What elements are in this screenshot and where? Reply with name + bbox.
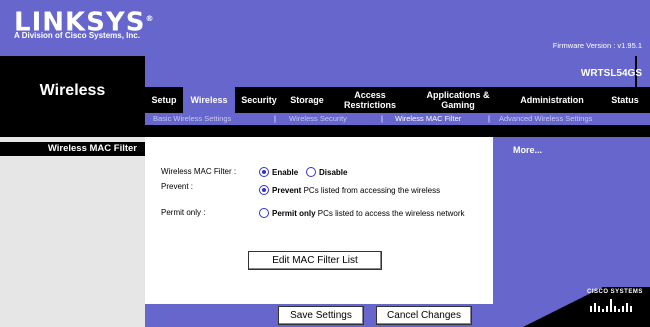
prevent-description: Prevent PCs listed from accessing the wi… [272,186,441,195]
mac-filter-label: Wireless MAC Filter : [161,167,237,176]
tab-applications-gaming[interactable]: Applications & Gaming [421,87,495,113]
more-link[interactable]: More... [513,145,542,155]
content-panel: Wireless MAC Filter : Enable Disable Pre… [145,137,493,304]
header-bar: LINKSYS® A Division of Cisco Systems, In… [0,0,650,56]
subtab-separator: | [488,114,490,123]
tab-setup[interactable]: Setup [145,87,183,113]
model-bar: WRTSL54GS [145,56,650,87]
prevent-label: Prevent : [161,182,194,191]
cisco-systems-logo: CISCO SYSTEMS [587,289,643,295]
subtab-separator: | [274,114,276,123]
tab-status[interactable]: Status [600,87,650,113]
subtab-wireless-mac-filter[interactable]: Wireless MAC Filter [395,113,461,125]
prevent-radio[interactable] [259,185,269,195]
model-name: WRTSL54GS [580,68,642,79]
subtab-basic-wireless-settings[interactable]: Basic Wireless Settings [153,113,231,125]
tab-administration[interactable]: Administration [507,87,597,113]
tab-storage[interactable]: Storage [283,87,331,113]
left-panel-title: Wireless MAC Filter [0,142,145,156]
subtab-advanced-wireless-settings[interactable]: Advanced Wireless Settings [499,113,592,125]
cancel-changes-button[interactable]: Cancel Changes [376,306,472,325]
permit-label: Permit only : [161,208,206,217]
sub-tabs: Basic Wireless Settings | Wireless Secur… [145,113,650,125]
permit-radio[interactable] [259,208,269,218]
enable-radio[interactable] [259,167,269,177]
subtab-wireless-security[interactable]: Wireless Security [289,113,347,125]
section-title: Wireless [39,82,106,99]
tab-access-restrictions[interactable]: Access Restrictions [337,87,403,113]
subtab-separator: | [381,114,383,123]
tab-wireless[interactable]: Wireless [183,87,235,113]
main-tabs: Setup Wireless Security Storage Access R… [145,87,650,113]
disable-label: Disable [319,168,348,177]
left-panel [0,137,145,327]
enable-label: Enable [272,168,299,177]
edit-mac-filter-list-button[interactable]: Edit MAC Filter List [248,251,382,270]
firmware-version: Firmware Version : v1.95.1 [552,41,642,50]
cisco-bars-icon [590,299,632,312]
action-bar: Save Settings Cancel Changes [145,304,493,327]
save-settings-button[interactable]: Save Settings [278,306,364,325]
logo-subtitle: A Division of Cisco Systems, Inc. [14,31,140,40]
tab-security[interactable]: Security [235,87,283,113]
disable-radio[interactable] [306,167,316,177]
permit-description: Permit only PCs listed to access the wir… [272,209,465,218]
